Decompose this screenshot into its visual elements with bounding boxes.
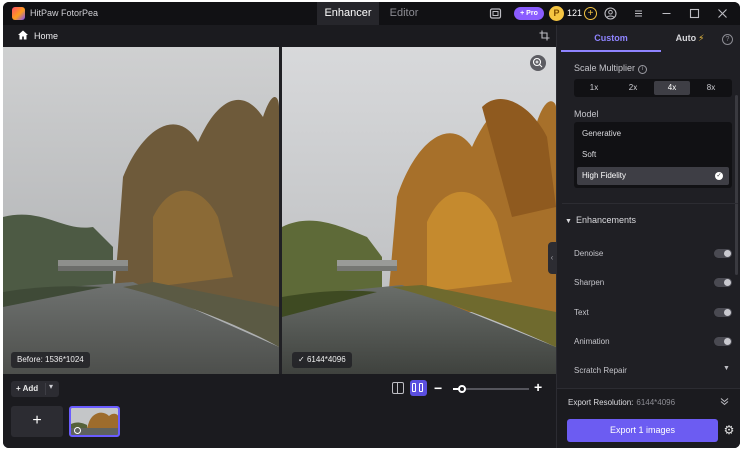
model-option-high-fidelity[interactable]: High Fidelity ✓ [577,167,729,185]
model-option-generative[interactable]: Generative [577,125,729,143]
before-photo [3,47,279,374]
tab-custom[interactable]: Custom [561,25,661,52]
settings-panel: Custom Auto ⚡ ? Scale Multiplier i 1x 2x 4… [556,25,740,448]
caret-down-icon: ▼ [565,218,572,225]
denoise-toggle[interactable] [714,249,732,258]
chevron-down-icon[interactable]: ▾ [49,382,53,391]
status-icon [74,427,81,434]
add-button-divider [45,383,46,395]
title-bar: HitPaw FotorPea Enhancer Editor + Pro P … [3,2,740,25]
screen-icon[interactable] [489,7,502,20]
enhancements-label: Enhancements [575,215,636,225]
after-photo [282,47,556,374]
compare-view: Before: 1536*1024 ✓ 6144*4096 ‹ [3,47,556,374]
add-image-tile[interactable]: + [11,406,63,437]
pro-badge[interactable]: + Pro [514,7,544,20]
check-icon: ✓ [715,172,723,180]
home-link[interactable]: Home [34,31,58,41]
tab-editor[interactable]: Editor [379,2,429,25]
text-label: Text [574,308,589,317]
breadcrumb: Home [3,25,556,47]
panel-scrollbar[interactable] [735,95,738,275]
export-resolution: Export Resolution: 6144*4096 [568,398,675,407]
coin-icon: P [549,6,564,21]
scale-option-2x[interactable]: 2x [615,81,651,95]
after-size-badge: ✓ 6144*4096 [292,352,352,368]
account-icon[interactable] [604,7,617,20]
export-resolution-value: 6144*4096 [636,398,676,407]
scale-option-4x[interactable]: 4x [654,81,690,95]
home-icon[interactable] [17,29,29,41]
scale-multiplier-heading: Scale Multiplier i [574,63,648,74]
model-heading: Model [574,109,599,119]
image-thumbnail[interactable] [69,406,120,437]
enhancements-header[interactable]: ▼ Enhancements [565,215,636,225]
bolt-icon: ⚡ [698,33,705,43]
split-view-icon[interactable] [410,380,427,396]
help-icon[interactable]: ? [722,34,733,45]
add-button-label: + Add [16,384,39,393]
collapse-panel-handle[interactable]: ‹ [548,242,556,274]
model-option-label: High Fidelity [582,171,627,180]
app-window: HitPaw FotorPea Enhancer Editor + Pro P … [3,2,740,448]
gear-icon[interactable]: ⚙ [723,424,735,436]
zoom-slider-knob[interactable] [458,385,467,393]
zoom-out-button[interactable]: − [434,380,442,396]
export-section: Export Resolution: 6144*4096 Export 1 ima… [557,388,740,448]
zoom-in-button[interactable]: + [534,379,542,395]
scale-selector: 1x 2x 4x 8x [574,79,732,97]
app-logo-icon [12,7,25,20]
tab-auto[interactable]: Auto ⚡ [661,25,719,52]
animation-label: Animation [574,337,610,346]
single-view-icon[interactable] [392,382,404,394]
before-image: Before: 1536*1024 [3,47,279,374]
after-size-label: 6144*4096 [306,355,346,364]
model-option-soft[interactable]: Soft [577,146,729,164]
zoom-slider[interactable] [453,385,529,393]
export-resolution-label: Export Resolution: [568,398,634,407]
app-title: HitPaw FotorPea [30,8,99,18]
scratch-repair-label: Scratch Repair [574,366,627,375]
tab-enhancer[interactable]: Enhancer [317,2,379,25]
info-icon[interactable]: i [638,65,648,74]
check-icon: ✓ [298,355,305,364]
menu-icon[interactable] [632,7,645,20]
add-credits-icon[interactable]: + [584,7,597,20]
export-button[interactable]: Export 1 images [567,419,718,442]
scale-option-8x[interactable]: 8x [693,81,729,95]
denoise-label: Denoise [574,249,604,258]
scale-option-1x[interactable]: 1x [576,81,612,95]
after-image: ✓ 6144*4096 [282,47,556,374]
tab-auto-label: Auto [675,33,697,43]
before-size-badge: Before: 1536*1024 [11,352,90,368]
zoom-in-icon[interactable] [530,55,546,71]
close-icon[interactable] [716,7,729,20]
crop-icon[interactable] [539,30,550,41]
divider [562,203,738,204]
text-toggle[interactable] [714,308,732,317]
sharpen-label: Sharpen [574,278,605,287]
minimize-icon[interactable] [660,7,673,20]
bottom-toolbar: + Add ▾ − + + [3,374,556,448]
chevron-down-icon[interactable]: ▼ [723,365,730,372]
scale-multiplier-label: Scale Multiplier [574,63,636,73]
credits-count: 121 [567,8,583,18]
chevron-double-down-icon[interactable] [720,397,729,408]
animation-toggle[interactable] [714,337,732,346]
sharpen-toggle[interactable] [714,278,732,287]
model-list: Generative Soft High Fidelity ✓ [574,122,732,188]
add-button[interactable]: + Add ▾ [11,381,59,397]
maximize-icon[interactable] [688,7,701,20]
